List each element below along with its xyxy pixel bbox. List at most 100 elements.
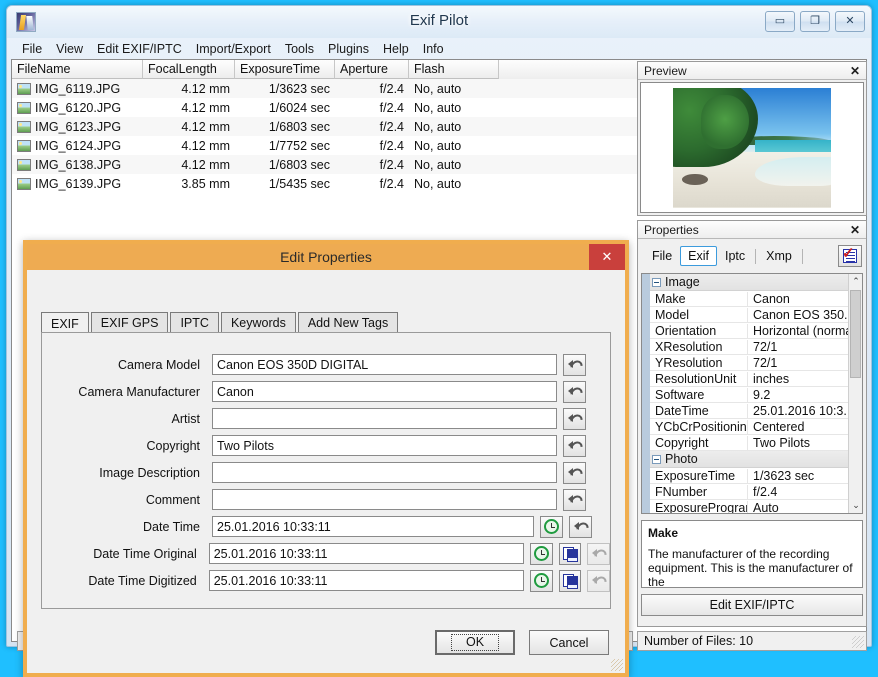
property-row[interactable]: ResolutionUnitinches: [650, 371, 848, 387]
pick-datetime-button[interactable]: [540, 516, 563, 538]
menu-plugins[interactable]: Plugins: [321, 40, 376, 58]
undo-field-button[interactable]: [587, 543, 610, 565]
dialog-tab-exif-gps[interactable]: EXIF GPS: [91, 312, 169, 333]
property-row[interactable]: Software9.2: [650, 387, 848, 403]
menu-view[interactable]: View: [49, 40, 90, 58]
property-row[interactable]: MakeCanon: [650, 291, 848, 307]
preview-panel-title: Preview: [644, 64, 687, 78]
field-label: Date Time: [42, 520, 212, 534]
tab-iptc[interactable]: Iptc: [717, 246, 753, 266]
edit-exif-iptc-button[interactable]: Edit EXIF/IPTC: [641, 594, 863, 616]
window-title: Exif Pilot: [7, 12, 871, 29]
file-name-text: IMG_6138.JPG: [35, 158, 121, 172]
tab-xmp[interactable]: Xmp: [758, 246, 800, 266]
properties-close-icon[interactable]: ✕: [848, 223, 862, 237]
field-input-date-time[interactable]: 25.01.2016 10:33:11: [212, 516, 534, 537]
pick-datetime-button[interactable]: [530, 570, 553, 592]
property-row[interactable]: FNumberf/2.4: [650, 484, 848, 500]
resize-grip[interactable]: [852, 636, 864, 648]
dialog-tab-keywords[interactable]: Keywords: [221, 312, 296, 333]
collapse-icon[interactable]: [652, 455, 661, 464]
dialog-resize-grip[interactable]: [611, 659, 623, 671]
undo-field-button[interactable]: [563, 354, 586, 376]
cell-filename: IMG_6139.JPG: [12, 174, 143, 193]
undo-field-button[interactable]: [563, 381, 586, 403]
property-row[interactable]: XResolution72/1: [650, 339, 848, 355]
property-group-header[interactable]: Image: [650, 274, 848, 291]
property-row[interactable]: YResolution72/1: [650, 355, 848, 371]
image-thumbnail-icon: [17, 83, 31, 95]
property-key: Model: [650, 308, 747, 322]
cell-exposuretime: 1/3623 sec: [235, 79, 335, 98]
form-row: Date Time25.01.2016 10:33:11: [42, 513, 610, 540]
copy-datetime-button[interactable]: [559, 570, 582, 592]
property-row[interactable]: ExposureProgramAuto: [650, 500, 848, 513]
field-input-artist[interactable]: [212, 408, 557, 429]
menu-import-export[interactable]: Import/Export: [189, 40, 278, 58]
field-input-image-description[interactable]: [212, 462, 557, 483]
menu-help[interactable]: Help: [376, 40, 416, 58]
property-group-header[interactable]: Photo: [650, 451, 848, 468]
field-input-camera-model[interactable]: Canon EOS 350D DIGITAL: [212, 354, 557, 375]
undo-field-button[interactable]: [587, 570, 610, 592]
column-header-filename[interactable]: FileName: [12, 60, 143, 79]
property-row[interactable]: ExposureTime1/3623 sec: [650, 468, 848, 484]
property-value: 1/3623 sec: [747, 469, 848, 483]
undo-icon: [568, 440, 581, 451]
scrollbar-thumb[interactable]: [850, 290, 861, 378]
preview-body: [640, 82, 864, 213]
column-header-focallength[interactable]: FocalLength: [143, 60, 235, 79]
column-header-exposuretime[interactable]: ExposureTime: [235, 60, 335, 79]
property-row[interactable]: YCbCrPositioningCentered: [650, 419, 848, 435]
file-name-text: IMG_6119.JPG: [35, 82, 120, 96]
tab-file[interactable]: File: [644, 246, 680, 266]
dialog-tab-iptc[interactable]: IPTC: [170, 312, 218, 333]
menu-tools[interactable]: Tools: [278, 40, 321, 58]
dialog-close-button[interactable]: ✕: [589, 244, 625, 270]
column-header-flash[interactable]: Flash: [409, 60, 499, 79]
property-value: Two Pilots: [747, 436, 848, 450]
scroll-down-icon[interactable]: ⌄: [849, 498, 863, 513]
property-row[interactable]: CopyrightTwo Pilots: [650, 435, 848, 451]
field-input-date-time-digitized[interactable]: 25.01.2016 10:33:11: [209, 570, 525, 591]
minimize-button[interactable]: ▭: [765, 11, 795, 32]
collapse-icon[interactable]: [652, 278, 661, 287]
menu-edit-exif-iptc[interactable]: Edit EXIF/IPTC: [90, 40, 189, 58]
close-button[interactable]: ✕: [835, 11, 865, 32]
column-header-aperture[interactable]: Aperture: [335, 60, 409, 79]
preview-panel: Preview ✕: [637, 61, 867, 216]
undo-field-button[interactable]: [563, 435, 586, 457]
field-input-date-time-original[interactable]: 25.01.2016 10:33:11: [209, 543, 525, 564]
properties-grid[interactable]: ImageMakeCanonModelCanon EOS 350...Orien…: [641, 273, 863, 514]
field-input-comment[interactable]: [212, 489, 557, 510]
ok-button[interactable]: OK: [435, 630, 515, 655]
clock-icon: [544, 519, 559, 534]
properties-scrollbar[interactable]: ⌃ ⌄: [848, 274, 862, 513]
copy-datetime-button[interactable]: [559, 543, 582, 565]
maximize-button[interactable]: ❐: [800, 11, 830, 32]
cell-filename: IMG_6124.JPG: [12, 136, 143, 155]
field-input-camera-manufacturer[interactable]: Canon: [212, 381, 557, 402]
property-row[interactable]: ModelCanon EOS 350...: [650, 307, 848, 323]
property-key: XResolution: [650, 340, 747, 354]
property-row[interactable]: DateTime25.01.2016 10:3...: [650, 403, 848, 419]
menu-info[interactable]: Info: [416, 40, 451, 58]
cell-focallength: 4.12 mm: [143, 98, 235, 117]
edit-tags-button[interactable]: [838, 245, 862, 267]
undo-field-button[interactable]: [563, 462, 586, 484]
tab-exif[interactable]: Exif: [680, 246, 717, 266]
undo-field-button[interactable]: [563, 408, 586, 430]
undo-field-button[interactable]: [563, 489, 586, 511]
dialog-tab-add-new-tags[interactable]: Add New Tags: [298, 312, 398, 333]
undo-field-button[interactable]: [569, 516, 592, 538]
property-key: ExposureTime: [650, 469, 747, 483]
property-row[interactable]: OrientationHorizontal (normal): [650, 323, 848, 339]
cell-exposuretime: 1/5435 sec: [235, 174, 335, 193]
field-input-copyright[interactable]: Two Pilots: [212, 435, 557, 456]
cancel-button[interactable]: Cancel: [529, 630, 609, 655]
pick-datetime-button[interactable]: [530, 543, 553, 565]
menu-file[interactable]: File: [15, 40, 49, 58]
preview-close-icon[interactable]: ✕: [848, 64, 862, 78]
dialog-body: EXIF EXIF GPS IPTC Keywords Add New Tags…: [27, 270, 625, 673]
scroll-up-icon[interactable]: ⌃: [849, 274, 863, 289]
